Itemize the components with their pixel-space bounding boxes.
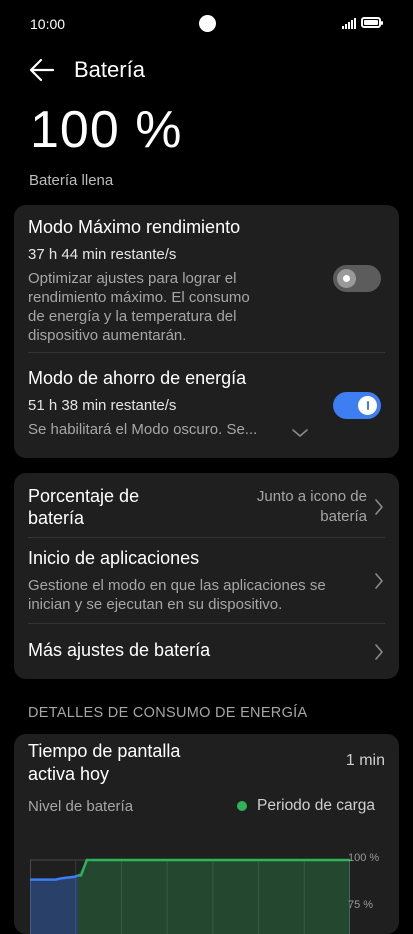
signal-icon: [342, 18, 356, 29]
more-battery-settings-row[interactable]: Más ajustes de batería: [14, 624, 399, 679]
charging-legend-dot: [237, 801, 247, 811]
battery-level-chart: [30, 858, 350, 934]
power-saving-mode-description: Se habilitará el Modo oscuro. Se...: [28, 421, 258, 438]
status-bar: 10:00: [0, 0, 413, 48]
power-modes-card: Modo Máximo rendimiento 37 h 44 min rest…: [14, 205, 399, 458]
battery-level-label: Nivel de batería: [28, 798, 134, 815]
y-tick-100: 100 %: [348, 852, 380, 864]
battery-percentage-value: Junto a icono de batería: [256, 488, 367, 525]
battery-settings-card: Porcentaje de batería Junto a icono de b…: [14, 473, 399, 679]
back-arrow-icon[interactable]: [28, 56, 56, 84]
performance-mode-toggle[interactable]: [333, 265, 381, 292]
battery-state: Batería llena: [29, 172, 114, 189]
screen-time-label: Tiempo de pantalla activa hoy: [28, 741, 181, 784]
section-title: DETALLES DE CONSUMO DE ENERGÍA: [28, 705, 308, 721]
power-saving-mode-row[interactable]: Modo de ahorro de energía 51 h 38 min re…: [14, 353, 399, 458]
app-launch-description: Gestione el modo en que las aplicaciones…: [28, 577, 326, 613]
power-saving-mode-toggle[interactable]: [333, 392, 381, 419]
performance-mode-remaining: 37 h 44 min restante/s: [28, 246, 177, 263]
chevron-right-icon: [375, 499, 383, 515]
chevron-right-icon: [375, 644, 383, 660]
consumption-details-card: Tiempo de pantalla activa hoy 1 min Nive…: [14, 734, 399, 934]
page-title: Batería: [74, 57, 145, 82]
more-battery-settings-label: Más ajustes de batería: [28, 640, 211, 660]
status-time: 10:00: [30, 16, 66, 32]
y-tick-75: 75 %: [348, 899, 374, 911]
battery-percentage: 100 %: [30, 101, 183, 159]
chart-area-discharging: [30, 875, 78, 934]
performance-mode-row[interactable]: Modo Máximo rendimiento 37 h 44 min rest…: [14, 205, 399, 352]
screen-time-value: 1 min: [345, 752, 385, 769]
front-camera: [199, 15, 216, 32]
app-launch-label: Inicio de aplicaciones: [28, 548, 200, 568]
battery-percentage-label: Porcentaje de batería: [28, 486, 140, 528]
performance-mode-title: Modo Máximo rendimiento: [28, 217, 241, 237]
app-launch-row[interactable]: Inicio de aplicaciones Gestione el modo …: [14, 538, 399, 623]
chart-area-charging: [90, 860, 350, 934]
battery-percentage-row[interactable]: Porcentaje de batería Junto a icono de b…: [14, 473, 399, 537]
chart-area-transition: [78, 860, 91, 934]
power-saving-mode-title: Modo de ahorro de energía: [28, 368, 247, 388]
performance-mode-description: Optimizar ajustes para lograr el rendimi…: [28, 270, 250, 344]
charging-legend-label: Periodo de carga: [257, 797, 376, 814]
battery-icon: [361, 17, 383, 28]
chevron-right-icon: [375, 573, 383, 589]
chevron-down-icon[interactable]: [292, 428, 308, 438]
power-saving-mode-remaining: 51 h 38 min restante/s: [28, 397, 177, 414]
